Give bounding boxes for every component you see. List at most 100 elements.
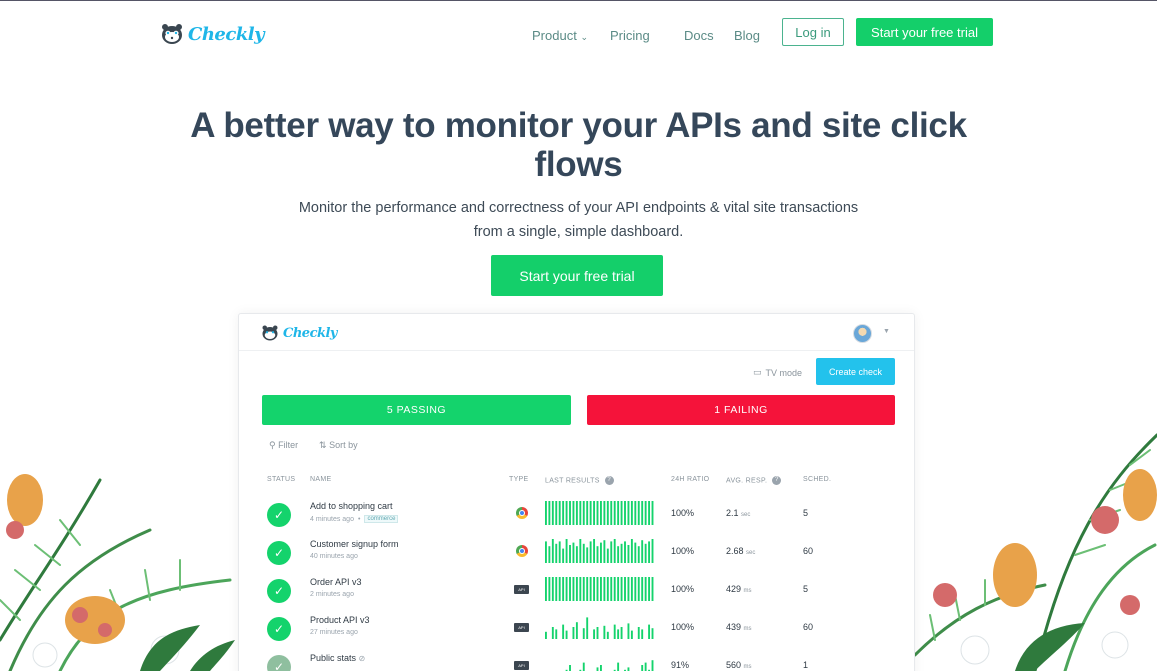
result-bar [637,627,640,639]
result-bar [565,539,568,563]
check-name-label: Public stats [310,653,357,663]
result-bar [555,629,558,639]
result-bar [606,631,609,639]
result-bar [630,630,633,639]
result-bar [617,546,620,563]
failing-summary[interactable]: 1 FAILING [587,395,895,425]
avatar[interactable] [853,324,872,343]
result-bar [572,501,575,525]
brand-logo[interactable]: Checkly [160,22,265,46]
passing-summary[interactable]: 5 PASSING [262,395,571,425]
result-bar [575,622,578,639]
nav-product[interactable]: Product ⌄ [532,28,610,43]
table-row[interactable]: ✓ Add to shopping cart 4 minutes ago • com… [239,499,914,537]
schedule-value: 5 [803,508,809,518]
create-check-button[interactable]: Create check [816,358,895,385]
result-bar [545,501,547,525]
filter-control[interactable]: ⚲ Filter [269,440,298,451]
tropical-foliage-right-image [915,433,1157,671]
avg-response: 2.1 sec [726,508,750,518]
table-row[interactable]: ✓ Product API v3 27 minutes ago API 100%… [239,613,914,651]
avg-response-unit: ms [743,626,752,632]
result-bar [620,627,623,639]
raccoon-logo-icon [262,325,278,341]
result-bar [579,501,582,525]
brand-logo-text: Checkly [188,23,265,45]
nav-pricing[interactable]: Pricing [610,28,684,43]
result-bar [562,624,565,639]
check-meta: 4 minutes ago • commerce [310,515,399,523]
result-bar [617,629,620,639]
tv-mode-toggle[interactable]: ▭ TV mode [753,367,802,378]
sort-control[interactable]: ⇅ Sort by [319,440,358,451]
result-bar [596,501,599,525]
result-bar [641,501,644,525]
result-bar [644,662,647,671]
nav-docs[interactable]: Docs [684,28,722,43]
result-bar [596,577,599,601]
avg-response: 429 ms [726,584,752,594]
check-icon: ✓ [267,655,291,671]
check-meta: 2 minutes ago [310,591,354,598]
login-button[interactable]: Log in [782,18,844,46]
result-bar [600,577,602,601]
result-bar [610,577,613,601]
result-bar [551,577,554,601]
result-bar [651,501,654,525]
result-bar [555,501,558,525]
check-icon: ✓ [267,503,291,527]
hero-trial-button[interactable]: Start your free trial [491,255,663,296]
result-bar [562,548,565,563]
table-row[interactable]: ✓ Order API v3 2 minutes ago API 100% 42… [239,575,914,613]
chevron-down-icon[interactable]: ▼ [883,328,890,335]
result-bar [610,541,613,563]
nav-blog[interactable]: Blog [734,28,774,43]
tag-badge[interactable]: commerce [364,515,399,523]
hero-subtitle-line1: Monitor the performance and correctness … [298,200,859,216]
chevron-down-icon: ⌄ [580,32,588,42]
result-bar [620,543,623,563]
column-header-avg-resp-label: AVG. RESP. [726,477,768,485]
avg-response-unit: sec [741,512,751,518]
result-bar [600,501,602,525]
result-bar [569,665,571,671]
nav-trial-button[interactable]: Start your free trial [856,18,993,46]
tv-mode-label: TV mode [765,367,803,378]
result-bar [589,577,592,601]
result-bar [569,501,571,525]
result-bar [575,546,578,563]
check-meta: 27 minutes ago [310,629,358,636]
result-bar [617,577,620,601]
dashboard-logo: Checkly [261,324,337,342]
result-bar [558,577,561,601]
result-bar [641,629,644,639]
help-icon[interactable]: ? [772,476,782,485]
check-name: Order API v3 [310,577,362,587]
result-bar [613,501,616,525]
result-bar [624,541,626,563]
avg-response-value: 429 [726,584,742,594]
result-bar [548,501,551,525]
result-bar [624,501,626,525]
tropical-foliage-left-image [0,474,235,671]
result-bar [610,501,613,525]
chrome-icon [516,507,528,519]
check-icon: ✓ [267,579,291,603]
result-bar [613,577,616,601]
result-bar [586,547,589,563]
result-bar [651,577,654,601]
table-row[interactable]: ✓ Public stats ⊘ API 91% 560 ms 1 [239,651,914,671]
result-bar [579,539,582,563]
result-bar [586,577,589,601]
muted-icon: ⊘ [358,654,366,663]
help-icon[interactable]: ? [604,476,614,485]
result-bar [555,543,558,563]
monitor-icon: ▭ [753,367,762,377]
result-bar [586,617,589,639]
result-bar [603,540,606,563]
result-bar [637,546,640,563]
table-row[interactable]: ✓ Customer signup form 40 minutes ago 10… [239,537,914,575]
dashboard-logo-text: Checkly [283,325,337,341]
result-bar [596,546,599,563]
result-bar [627,667,630,671]
